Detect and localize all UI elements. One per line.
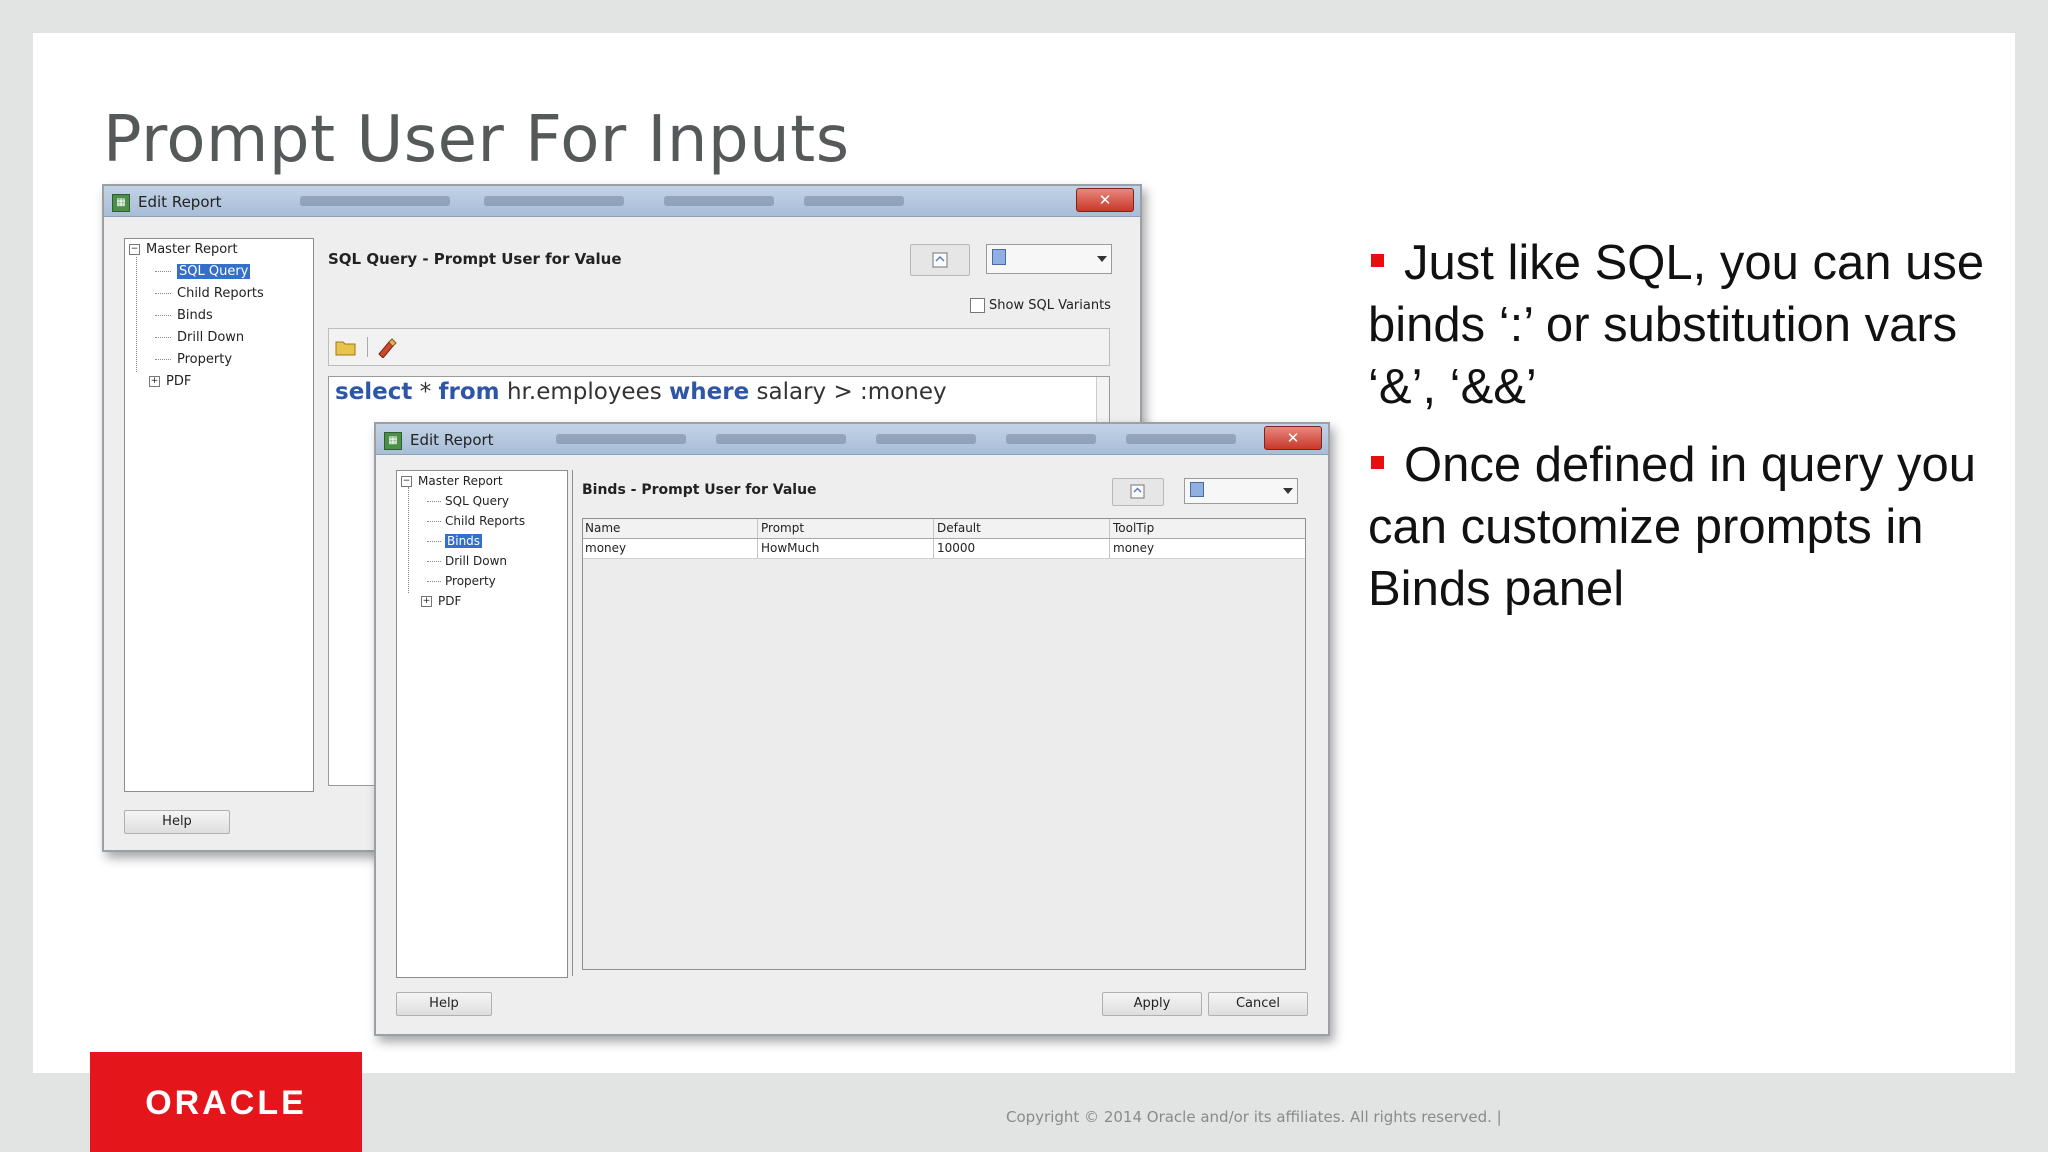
bullet-item: Just like SQL, you can use binds ‘:’ or … — [1368, 236, 1985, 414]
column-header-default[interactable]: Default — [937, 519, 981, 538]
panel-title: SQL Query - Prompt User for Value — [328, 250, 622, 268]
report-tree: − Master Report SQL Query Child Reports B… — [124, 238, 314, 792]
tree-item-binds[interactable]: Binds — [177, 305, 213, 327]
blurred-tab — [556, 434, 686, 444]
tree-item-binds[interactable]: Binds — [445, 531, 483, 551]
show-sql-variants-checkbox[interactable]: Show SQL Variants — [970, 298, 1111, 313]
window-titlebar[interactable]: ▦ Edit Report ✕ — [104, 186, 1140, 217]
window-title: Edit Report — [410, 431, 494, 449]
apply-button[interactable]: Apply — [1102, 992, 1202, 1016]
cell-name[interactable]: money — [585, 539, 626, 558]
oracle-logo: ORACLE — [90, 1052, 362, 1152]
report-icon: ▦ — [112, 194, 130, 212]
tree-item-sql-query[interactable]: SQL Query — [177, 261, 251, 283]
database-select[interactable] — [1184, 478, 1298, 504]
blurred-tab — [484, 196, 624, 206]
table-row[interactable]: money HowMuch 10000 money — [583, 539, 1305, 559]
blurred-tab — [1006, 434, 1096, 444]
blurred-tab — [1126, 434, 1236, 444]
panel-title: Binds - Prompt User for Value — [582, 482, 817, 498]
sql-toolbar — [328, 328, 1110, 366]
bullet-square-icon — [1371, 253, 1384, 267]
close-button[interactable]: ✕ — [1264, 426, 1322, 450]
tree-item-property[interactable]: Property — [177, 349, 232, 371]
open-folder-icon[interactable] — [335, 337, 357, 357]
cell-default[interactable]: 10000 — [937, 539, 975, 558]
blurred-tab — [664, 196, 774, 206]
window-title: Edit Report — [138, 193, 222, 211]
tree-root[interactable]: − Master Report — [129, 239, 238, 261]
tree-item-sql-query[interactable]: SQL Query — [445, 491, 509, 511]
help-button[interactable]: Help — [396, 992, 492, 1016]
sql-text: select * from hr.employees where salary … — [335, 379, 947, 405]
eraser-icon[interactable] — [375, 336, 397, 358]
expand-icon[interactable]: + — [421, 596, 432, 607]
tree-root[interactable]: − Master Report — [401, 471, 503, 491]
bullet-square-icon — [1371, 455, 1384, 469]
slide-title: Prompt User For Inputs — [103, 103, 850, 177]
chevron-down-icon — [1283, 488, 1293, 494]
collapse-icon[interactable]: − — [129, 244, 140, 255]
tree-item-child-reports[interactable]: Child Reports — [177, 283, 264, 305]
close-button[interactable]: ✕ — [1076, 188, 1134, 212]
tree-item-pdf[interactable]: + PDF — [421, 591, 461, 611]
tree-item-drill-down[interactable]: Drill Down — [445, 551, 507, 571]
cell-tooltip[interactable]: money — [1113, 539, 1154, 558]
table-header: Name Prompt Default ToolTip — [583, 519, 1305, 539]
edit-report-window-front: ▦ Edit Report ✕ − Master Report SQL Query… — [374, 422, 1330, 1036]
oracle-logo-text: ORACLE — [145, 1084, 307, 1122]
blurred-tab — [300, 196, 450, 206]
tree-item-child-reports[interactable]: Child Reports — [445, 511, 525, 531]
window-titlebar[interactable]: ▦ Edit Report ✕ — [376, 424, 1328, 455]
blurred-tab — [716, 434, 846, 444]
bullet-item: Once defined in query you can customize … — [1368, 438, 1977, 616]
database-select[interactable] — [986, 244, 1112, 274]
column-header-prompt[interactable]: Prompt — [761, 519, 804, 538]
chevron-down-icon — [1097, 256, 1107, 262]
database-icon — [1190, 482, 1204, 497]
report-icon: ▦ — [384, 432, 402, 450]
refresh-icon — [1130, 484, 1145, 499]
refresh-button[interactable] — [910, 244, 970, 276]
tree-item-drill-down[interactable]: Drill Down — [177, 327, 244, 349]
help-button[interactable]: Help — [124, 810, 230, 834]
column-header-tooltip[interactable]: ToolTip — [1113, 519, 1154, 538]
database-icon — [992, 249, 1006, 265]
checkbox-icon[interactable] — [970, 298, 985, 313]
cell-prompt[interactable]: HowMuch — [761, 539, 819, 558]
report-tree: − Master Report SQL Query Child Reports B… — [396, 470, 568, 978]
blurred-tab — [804, 196, 904, 206]
blurred-tab — [876, 434, 976, 444]
refresh-button[interactable] — [1112, 478, 1164, 506]
tree-item-pdf[interactable]: + PDF — [149, 371, 191, 393]
expand-icon[interactable]: + — [149, 376, 160, 387]
column-header-name[interactable]: Name — [585, 519, 620, 538]
tree-item-property[interactable]: Property — [445, 571, 496, 591]
copyright-text: Copyright © 2014 Oracle and/or its affil… — [1006, 1108, 1502, 1126]
cancel-button[interactable]: Cancel — [1208, 992, 1308, 1016]
bullet-list: Just like SQL, you can use binds ‘:’ or … — [1368, 232, 2028, 636]
collapse-icon[interactable]: − — [401, 476, 412, 487]
refresh-icon — [932, 252, 948, 268]
binds-table: Name Prompt Default ToolTip money HowMuc… — [582, 518, 1306, 970]
